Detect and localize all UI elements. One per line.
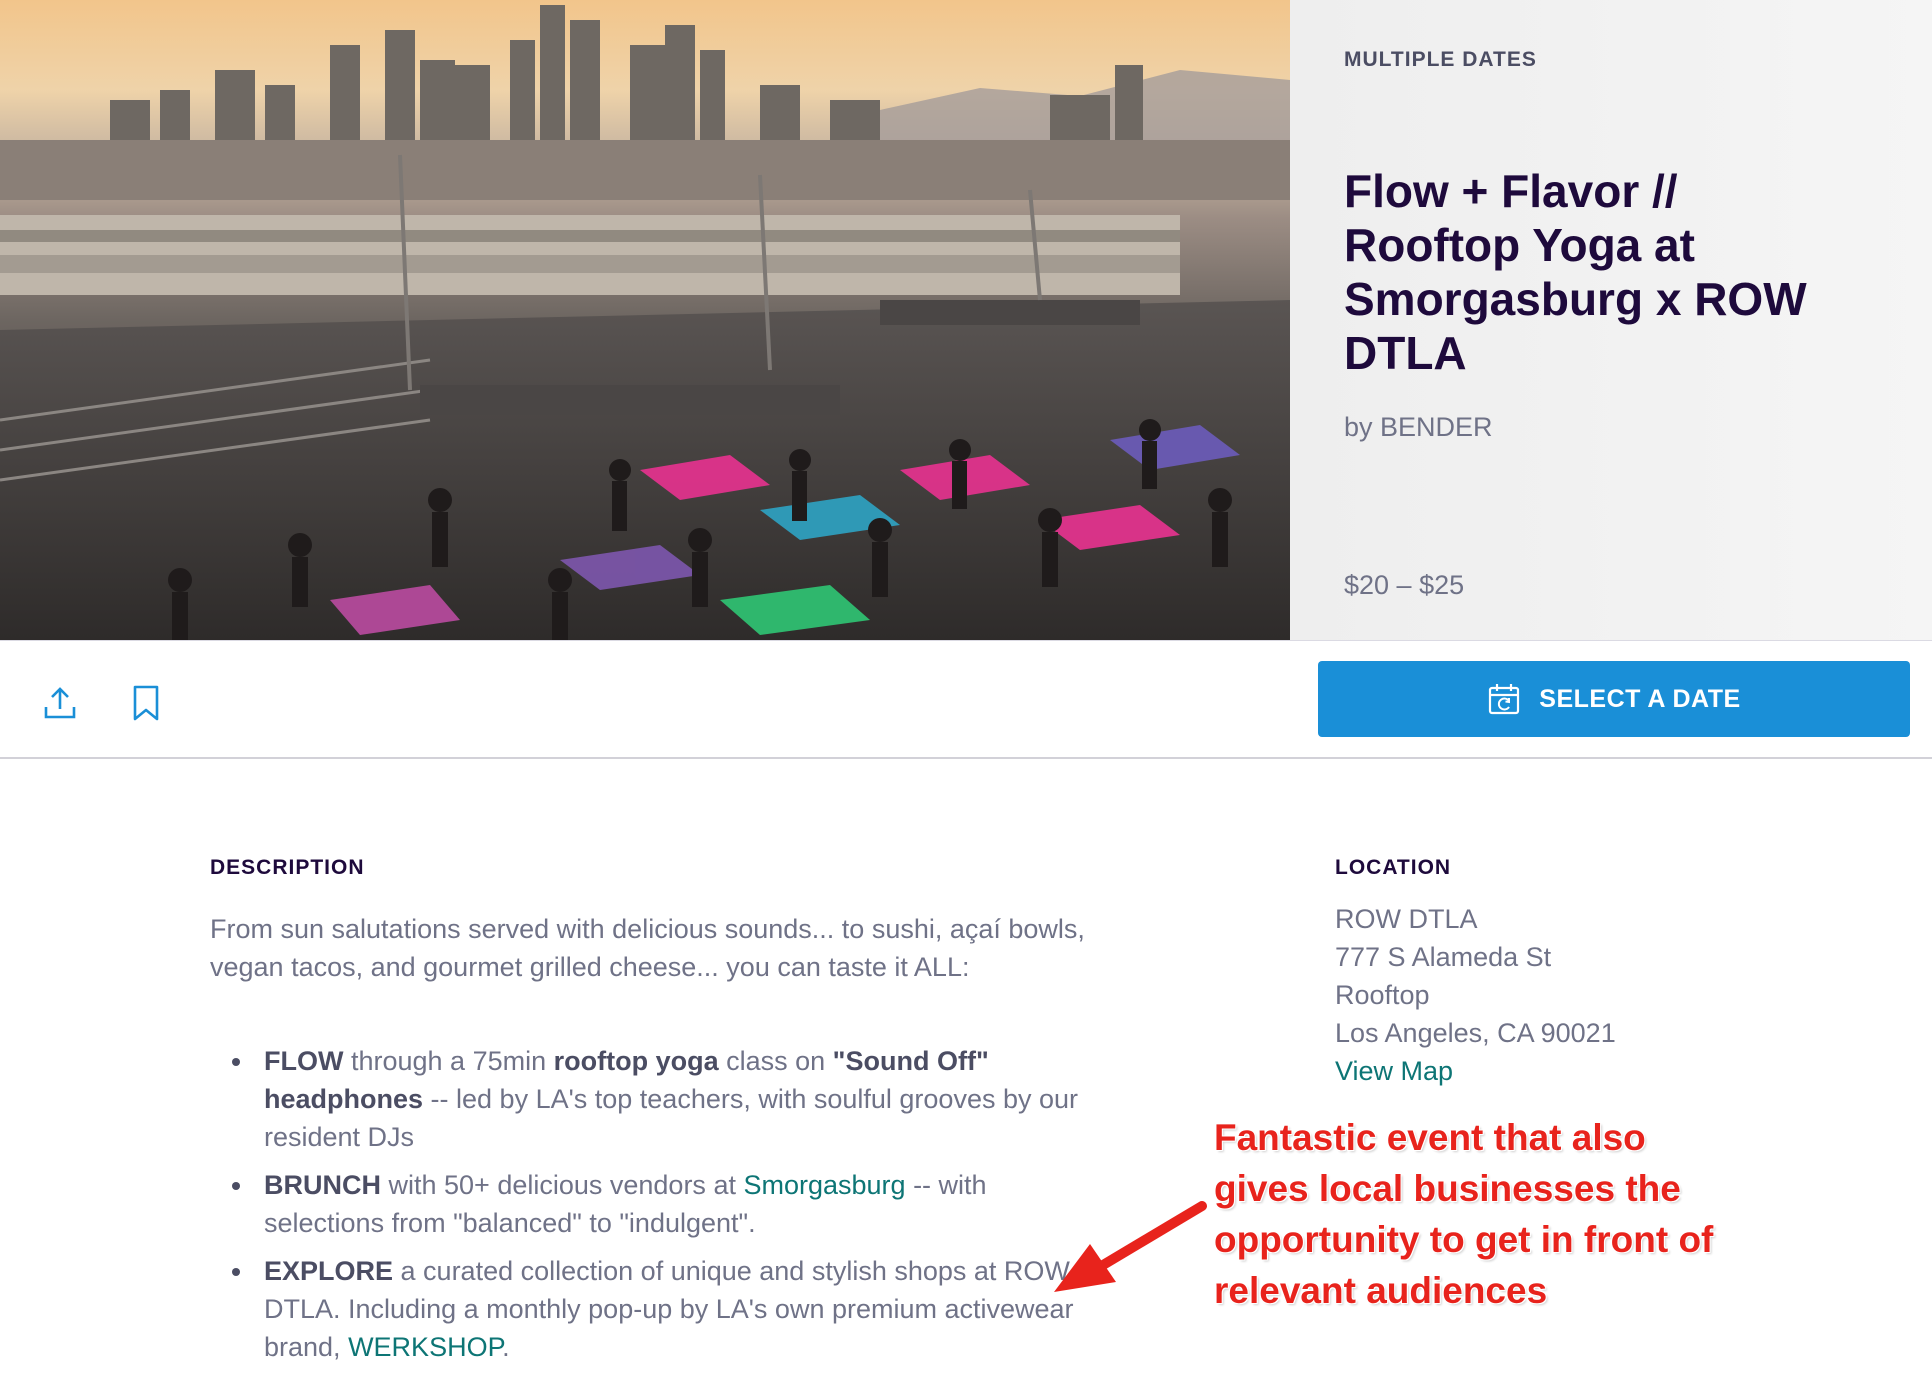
- street-address: 777 S Alameda St: [1335, 942, 1552, 972]
- multiple-dates-label: MULTIPLE DATES: [1344, 48, 1537, 71]
- share-icon: [44, 687, 76, 719]
- event-summary-panel: MULTIPLE DATES Flow + Flavor // Rooftop …: [1290, 0, 1932, 640]
- save-bookmark-button[interactable]: [124, 681, 168, 725]
- red-arrow-icon: [1054, 1201, 1207, 1292]
- location-heading: LOCATION: [1335, 856, 1452, 879]
- bullet-text: .: [502, 1332, 510, 1362]
- annotation-callout: Fantastic event that also gives local bu…: [1214, 1117, 1714, 1311]
- hero-image: [0, 0, 1290, 640]
- event-action-bar: SELECT A DATE: [0, 640, 1932, 759]
- bullet-keyword: FLOW: [264, 1046, 344, 1076]
- view-map-link[interactable]: View Map: [1335, 1052, 1616, 1090]
- select-a-date-button[interactable]: SELECT A DATE: [1318, 661, 1910, 737]
- select-a-date-label: SELECT A DATE: [1539, 684, 1741, 713]
- list-item: EXPLORE a curated collection of unique a…: [232, 1252, 1094, 1366]
- description-bullet-list: FLOW through a 75min rooftop yoga class …: [232, 1042, 1094, 1376]
- price-range: $20 – $25: [1344, 570, 1465, 600]
- bullet-keyword: BRUNCH: [264, 1170, 381, 1200]
- address-detail: Rooftop: [1335, 980, 1430, 1010]
- description-heading: DESCRIPTION: [210, 856, 365, 879]
- list-item: FLOW through a 75min rooftop yoga class …: [232, 1042, 1094, 1156]
- calendar-icon: [1489, 684, 1520, 715]
- list-item: BRUNCH with 50+ delicious vendors at Smo…: [232, 1166, 1094, 1242]
- bullet-text: through a 75min: [343, 1046, 554, 1076]
- location-address: ROW DTLA 777 S Alameda St Rooftop Los An…: [1335, 900, 1616, 1090]
- venue-name: ROW DTLA: [1335, 904, 1478, 934]
- bullet-keyword: EXPLORE: [264, 1256, 394, 1286]
- description-intro: From sun salutations served with delicio…: [210, 914, 1085, 982]
- city-state-zip: Los Angeles, CA 90021: [1335, 1018, 1616, 1048]
- bookmark-icon: [133, 685, 159, 721]
- rooftop-yoga-photo: [0, 0, 1290, 640]
- werkshop-link[interactable]: WERKSHOP: [348, 1332, 502, 1362]
- event-hero: MULTIPLE DATES Flow + Flavor // Rooftop …: [0, 0, 1932, 640]
- bullet-emphasis: rooftop yoga: [553, 1046, 719, 1076]
- smorgasburg-link[interactable]: Smorgasburg: [743, 1170, 905, 1200]
- share-button[interactable]: [38, 681, 82, 725]
- event-title: Flow + Flavor // Rooftop Yoga at Smorgas…: [1344, 165, 1807, 379]
- bullet-text: class on: [718, 1046, 833, 1076]
- organizer-name[interactable]: by BENDER: [1344, 412, 1493, 443]
- bullet-text: with 50+ delicious vendors at: [381, 1170, 744, 1200]
